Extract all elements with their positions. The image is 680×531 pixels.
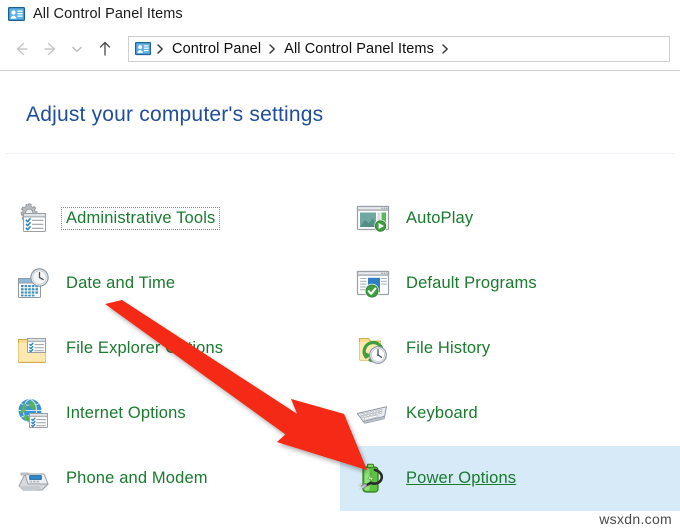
control-panel-window: All Control Panel Items Control Panel Al… (0, 0, 680, 531)
breadcrumb-control-panel[interactable]: Control Panel (168, 41, 265, 57)
up-one-level-button[interactable] (90, 34, 120, 64)
item-keyboard[interactable]: Keyboard (340, 381, 680, 446)
item-administrative-tools[interactable]: Administrative Tools (0, 186, 340, 251)
item-label: AutoPlay (406, 209, 474, 227)
window-title: All Control Panel Items (33, 6, 183, 22)
item-label: Administrative Tools (61, 207, 221, 230)
item-power-options[interactable]: Power Options (340, 446, 680, 511)
item-label: Phone and Modem (66, 469, 208, 487)
item-label: Power Options (406, 469, 517, 487)
items-column-left: Administrative Tools Date and Time File … (0, 186, 340, 531)
keyboard-icon (354, 395, 392, 433)
breadcrumb-separator-icon[interactable] (265, 43, 280, 55)
power-options-icon (354, 460, 392, 498)
phone-and-modem-icon (14, 460, 52, 498)
breadcrumb-all-control-panel-items[interactable]: All Control Panel Items (280, 41, 438, 57)
file-explorer-options-icon (14, 330, 52, 368)
item-label: Date and Time (66, 274, 176, 292)
heading-divider (6, 153, 674, 154)
programs-and-features-icon (14, 525, 52, 531)
control-panel-icon (8, 6, 25, 23)
control-panel-items-grid: Administrative Tools Date and Time File … (0, 186, 680, 531)
item-file-history[interactable]: File History (340, 316, 680, 381)
window-title-bar: All Control Panel Items (0, 0, 680, 28)
item-label: Default Programs (406, 274, 537, 292)
item-label: File History (406, 339, 491, 357)
items-column-right: AutoPlay Default Programs File History K… (340, 186, 680, 511)
item-programs-and-features[interactable]: Programs and Features (0, 511, 340, 531)
item-label: File Explorer Options (66, 339, 224, 357)
item-default-programs[interactable]: Default Programs (340, 251, 680, 316)
date-and-time-icon (14, 265, 52, 303)
recent-locations-button[interactable] (66, 34, 88, 64)
page-title: Adjust your computer's settings (26, 103, 324, 126)
file-history-icon (354, 330, 392, 368)
internet-options-icon (14, 395, 52, 433)
breadcrumb-separator-icon[interactable] (438, 43, 453, 55)
item-date-and-time[interactable]: Date and Time (0, 251, 340, 316)
administrative-tools-icon (14, 200, 52, 238)
item-file-explorer-options[interactable]: File Explorer Options (0, 316, 340, 381)
autoplay-icon (354, 200, 392, 238)
back-button[interactable] (6, 34, 36, 64)
toolbar-divider (0, 70, 680, 71)
watermark: wsxdn.com (599, 511, 672, 527)
forward-button[interactable] (36, 34, 66, 64)
item-autoplay[interactable]: AutoPlay (340, 186, 680, 251)
address-bar[interactable]: Control Panel All Control Panel Items (128, 36, 670, 62)
default-programs-icon (354, 265, 392, 303)
item-label: Keyboard (406, 404, 478, 422)
item-phone-and-modem[interactable]: Phone and Modem (0, 446, 340, 511)
item-label: Internet Options (66, 404, 186, 422)
control-panel-icon (135, 41, 151, 57)
breadcrumb-separator-icon[interactable] (153, 43, 168, 55)
navigation-toolbar: Control Panel All Control Panel Items (0, 28, 680, 70)
item-internet-options[interactable]: Internet Options (0, 381, 340, 446)
